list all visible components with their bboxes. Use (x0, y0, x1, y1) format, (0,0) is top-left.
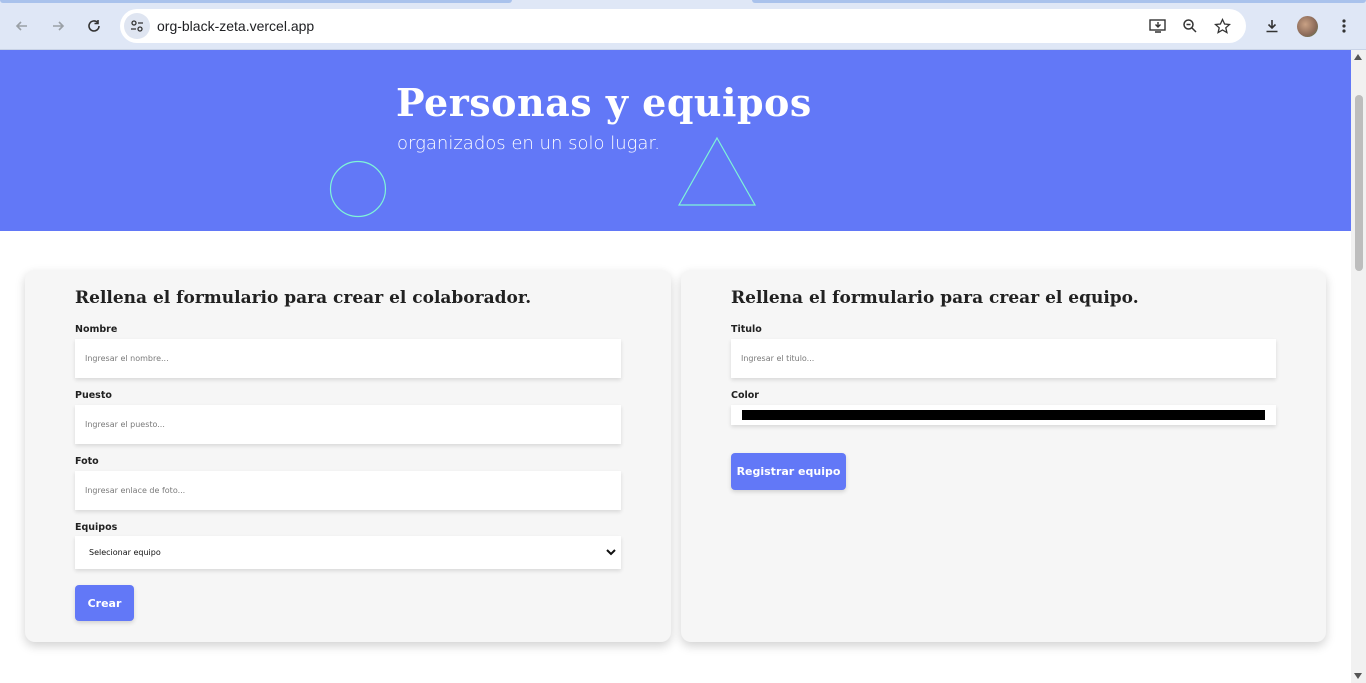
collaborator-form-title: Rellena el formulario para crear el cola… (75, 288, 532, 308)
register-team-button[interactable]: Registrar equipo (731, 453, 846, 490)
team-form-title: Rellena el formulario para crear el equi… (731, 288, 1139, 308)
name-label: Nombre (75, 324, 118, 335)
tab-strip-edge (0, 0, 512, 3)
back-icon[interactable] (9, 13, 35, 39)
install-app-icon[interactable] (1146, 14, 1170, 38)
profile-avatar[interactable] (1297, 16, 1318, 37)
hero-banner: Personas y equipos organizados en un sol… (0, 50, 1351, 231)
position-label: Puesto (75, 390, 112, 401)
hero-subtitle: organizados en un solo lugar. (397, 133, 660, 154)
team-select[interactable]: Selecionar equipo (75, 536, 621, 569)
tab-strip-edge (752, 0, 1366, 3)
forward-icon[interactable] (45, 13, 71, 39)
circle-decoration-icon (329, 160, 387, 218)
team-title-label: Titulo (731, 324, 762, 335)
photo-input[interactable] (75, 471, 621, 510)
scroll-thumb[interactable] (1355, 95, 1363, 271)
collaborator-form: Rellena el formulario para crear el cola… (25, 270, 671, 642)
download-icon[interactable] (1259, 13, 1285, 39)
page-viewport: Personas y equipos organizados en un sol… (0, 50, 1351, 683)
photo-label: Foto (75, 456, 99, 467)
team-select-value: Selecionar equipo (89, 548, 161, 557)
teams-label: Equipos (75, 522, 118, 533)
site-info-icon[interactable] (124, 13, 150, 39)
triangle-decoration-icon (677, 136, 757, 206)
create-button[interactable]: Crear (75, 585, 134, 621)
team-title-input[interactable] (731, 339, 1276, 378)
hero-title: Personas y equipos (396, 80, 812, 125)
chevron-down-icon (606, 549, 616, 556)
url-text[interactable]: org-black-zeta.vercel.app (157, 18, 314, 34)
zoom-icon[interactable] (1178, 14, 1202, 38)
vertical-scrollbar[interactable] (1351, 50, 1366, 683)
reload-icon[interactable] (81, 13, 107, 39)
name-input[interactable] (75, 339, 621, 378)
scroll-down-icon[interactable] (1354, 673, 1362, 679)
position-input[interactable] (75, 405, 621, 444)
browser-toolbar: org-black-zeta.vercel.app (0, 0, 1366, 50)
color-swatch (742, 410, 1265, 420)
address-bar[interactable]: org-black-zeta.vercel.app (120, 9, 1246, 43)
more-menu-icon[interactable] (1331, 13, 1357, 39)
scroll-up-icon[interactable] (1354, 54, 1362, 60)
color-picker[interactable] (731, 405, 1276, 425)
bookmark-star-icon[interactable] (1210, 14, 1234, 38)
team-form: Rellena el formulario para crear el equi… (681, 270, 1326, 642)
color-label: Color (731, 390, 759, 401)
